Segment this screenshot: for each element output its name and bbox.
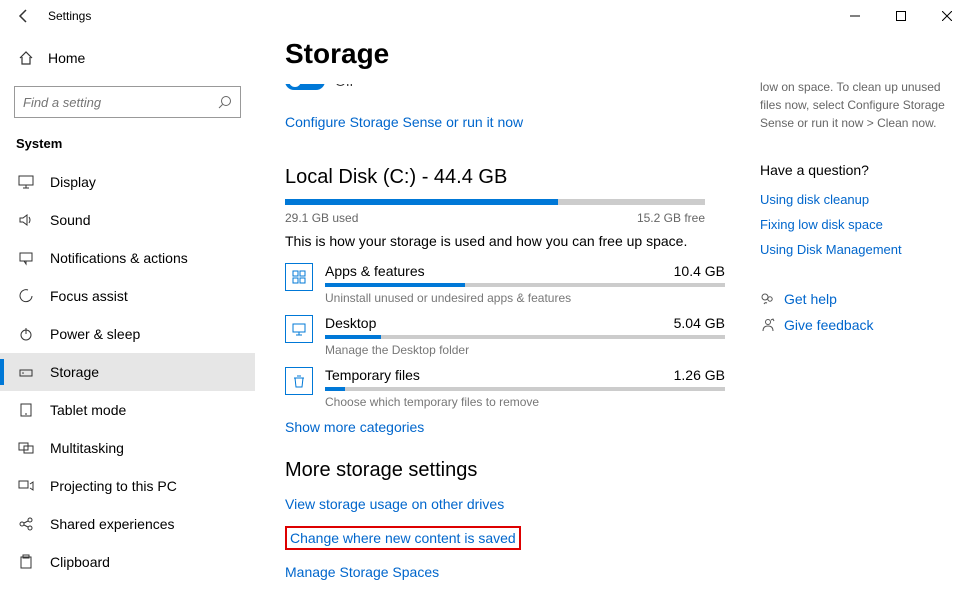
power-icon: [16, 326, 36, 342]
search-input[interactable]: [23, 95, 218, 110]
back-button[interactable]: [8, 0, 40, 32]
desktop-icon: [285, 315, 313, 343]
category-subtitle: Manage the Desktop folder: [325, 343, 725, 357]
category-name: Desktop: [325, 315, 376, 331]
sidebar-item-label: Display: [50, 174, 96, 190]
category-subtitle: Uninstall unused or undesired apps & fea…: [325, 291, 725, 305]
page-heading: Storage: [285, 38, 730, 70]
category-size: 5.04 GB: [674, 315, 725, 331]
disk-used-label: 29.1 GB used: [285, 211, 358, 225]
sidebar-item-label: Focus assist: [50, 288, 128, 304]
sidebar-item-display[interactable]: Display: [0, 163, 255, 201]
sidebar-item-label: Clipboard: [50, 554, 110, 570]
sidebar-item-label: Storage: [50, 364, 99, 380]
sidebar-item-notifications[interactable]: Notifications & actions: [0, 239, 255, 277]
category-bar: [325, 387, 725, 391]
tablet-icon: [16, 402, 36, 418]
sidebar: Home System Display Sound Notifications & …: [0, 32, 255, 599]
storage-category-trash[interactable]: Temporary files 1.26 GB Choose which tempo…: [285, 367, 725, 409]
more-settings-heading: More storage settings: [285, 459, 730, 482]
sidebar-item-label: Power & sleep: [50, 326, 140, 342]
sidebar-item-tablet[interactable]: Tablet mode: [0, 391, 255, 429]
apps-icon: [285, 263, 313, 291]
category-bar: [325, 335, 725, 339]
category-bar: [325, 283, 725, 287]
focus-icon: [16, 288, 36, 304]
sidebar-category: System: [0, 128, 255, 163]
toggle-state: Off: [335, 84, 353, 89]
sidebar-item-label: Projecting to this PC: [50, 478, 177, 494]
disk-title: Local Disk (C:) - 44.4 GB: [285, 166, 730, 189]
notifications-icon: [16, 250, 36, 266]
help-icon: [760, 291, 784, 307]
disk-description: This is how your storage is used and how…: [285, 233, 730, 249]
give-feedback-link[interactable]: Give feedback: [784, 317, 874, 333]
sidebar-item-sound[interactable]: Sound: [0, 201, 255, 239]
sidebar-item-label: Tablet mode: [50, 402, 126, 418]
sidebar-item-power[interactable]: Power & sleep: [0, 315, 255, 353]
show-more-categories-link[interactable]: Show more categories: [285, 419, 424, 435]
storage-icon: [16, 364, 36, 380]
disk-free-label: 15.2 GB free: [637, 211, 705, 225]
tip-text: low on space. To clean up unused files n…: [760, 78, 956, 132]
category-size: 10.4 GB: [674, 263, 725, 279]
category-name: Temporary files: [325, 367, 420, 383]
feedback-icon: [760, 317, 784, 333]
display-icon: [16, 174, 36, 190]
sidebar-item-focus[interactable]: Focus assist: [0, 277, 255, 315]
close-button[interactable]: [924, 0, 970, 32]
sidebar-item-storage[interactable]: Storage: [0, 353, 255, 391]
window-title: Settings: [48, 9, 91, 23]
sidebar-item-shared[interactable]: Shared experiences: [0, 505, 255, 543]
configure-storage-sense-link[interactable]: Configure Storage Sense or run it now: [285, 114, 523, 130]
highlight-box: Change where new content is saved: [285, 526, 521, 550]
clipboard-icon: [16, 554, 36, 570]
storage-category-desktop[interactable]: Desktop 5.04 GB Manage the Desktop folder: [285, 315, 725, 357]
titlebar: Settings: [0, 0, 970, 32]
disk-cleanup-link[interactable]: Using disk cleanup: [760, 192, 956, 207]
home-button[interactable]: Home: [0, 40, 255, 76]
sidebar-item-project[interactable]: Projecting to this PC: [0, 467, 255, 505]
content-area: Storage Off Configure Storage Sense or r…: [255, 32, 760, 599]
shared-icon: [16, 516, 36, 532]
home-label: Home: [48, 50, 85, 66]
sidebar-item-label: Multitasking: [50, 440, 124, 456]
search-icon: [218, 95, 232, 109]
project-icon: [16, 478, 36, 494]
right-column: low on space. To clean up unused files n…: [760, 32, 970, 599]
view-usage-link[interactable]: View storage usage on other drives: [285, 496, 730, 512]
home-icon: [16, 50, 36, 66]
disk-usage-bar: [285, 199, 705, 205]
manage-spaces-link[interactable]: Manage Storage Spaces: [285, 564, 730, 580]
sidebar-item-label: Shared experiences: [50, 516, 175, 532]
low-disk-space-link[interactable]: Fixing low disk space: [760, 217, 956, 232]
sidebar-item-clipboard[interactable]: Clipboard: [0, 543, 255, 581]
trash-icon: [285, 367, 313, 395]
multitask-icon: [16, 440, 36, 456]
sidebar-item-multitask[interactable]: Multitasking: [0, 429, 255, 467]
category-name: Apps & features: [325, 263, 425, 279]
get-help-link[interactable]: Get help: [784, 291, 837, 307]
have-question-heading: Have a question?: [760, 162, 956, 178]
search-box[interactable]: [14, 86, 241, 118]
disk-management-link[interactable]: Using Disk Management: [760, 242, 956, 257]
storage-sense-toggle[interactable]: [285, 84, 325, 90]
sidebar-item-label: Notifications & actions: [50, 250, 188, 266]
sidebar-item-label: Sound: [50, 212, 90, 228]
category-size: 1.26 GB: [674, 367, 725, 383]
change-where-saved-link[interactable]: Change where new content is saved: [290, 530, 516, 546]
sound-icon: [16, 212, 36, 228]
maximize-button[interactable]: [878, 0, 924, 32]
storage-category-apps[interactable]: Apps & features 10.4 GB Uninstall unused o…: [285, 263, 725, 305]
minimize-button[interactable]: [832, 0, 878, 32]
category-subtitle: Choose which temporary files to remove: [325, 395, 725, 409]
